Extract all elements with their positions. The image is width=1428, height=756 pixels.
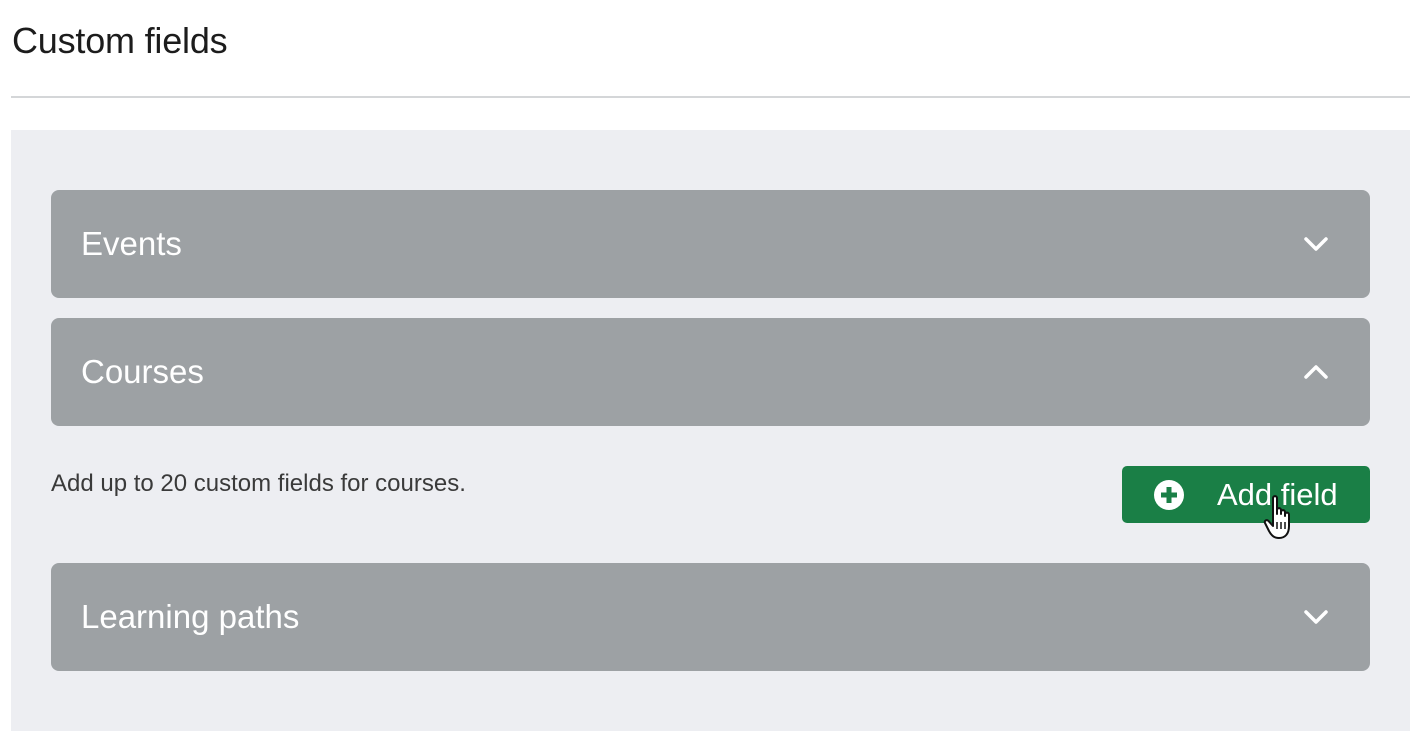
chevron-up-icon [1302, 358, 1330, 386]
accordion-courses[interactable]: Courses [51, 318, 1370, 426]
plus-circle-icon [1154, 479, 1184, 510]
page-title: Custom fields [12, 20, 228, 61]
accordion-courses-label: Courses [81, 353, 204, 390]
custom-fields-panel: Events Courses Add up to 20 custom field… [11, 130, 1410, 731]
chevron-down-icon [1302, 230, 1330, 258]
courses-description: Add up to 20 custom fields for courses. [51, 470, 466, 497]
accordion-learning-paths-label: Learning paths [81, 598, 300, 635]
add-field-button[interactable]: Add field [1122, 466, 1370, 523]
accordion-events[interactable]: Events [51, 190, 1370, 298]
title-divider [11, 96, 1410, 98]
add-field-button-label: Add field [1217, 476, 1338, 512]
chevron-down-icon [1302, 603, 1330, 631]
accordion-events-label: Events [81, 225, 182, 262]
accordion-learning-paths[interactable]: Learning paths [51, 563, 1370, 671]
